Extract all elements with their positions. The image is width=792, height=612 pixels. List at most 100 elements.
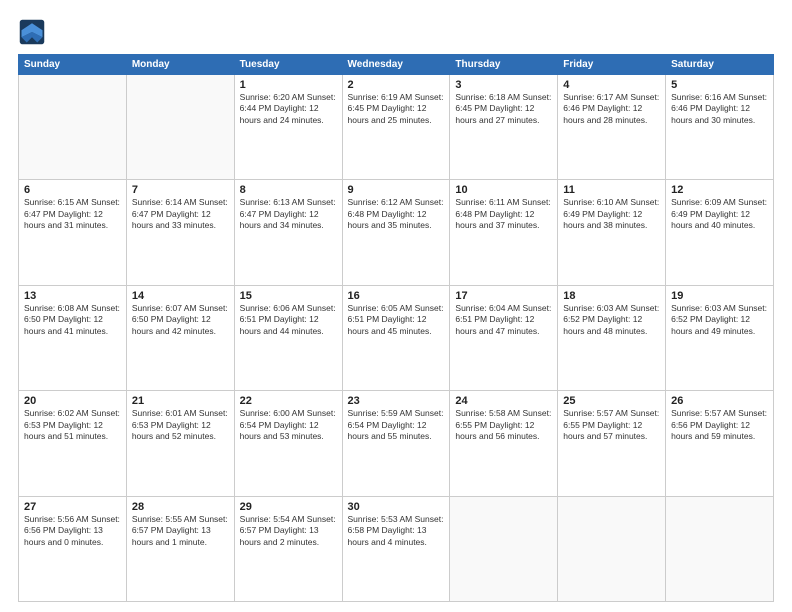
day-info: Sunrise: 5:56 AM Sunset: 6:56 PM Dayligh… bbox=[24, 514, 121, 548]
day-number: 26 bbox=[671, 395, 768, 407]
calendar-cell: 22Sunrise: 6:00 AM Sunset: 6:54 PM Dayli… bbox=[234, 391, 342, 496]
day-info: Sunrise: 6:13 AM Sunset: 6:47 PM Dayligh… bbox=[240, 197, 337, 231]
calendar-cell: 1Sunrise: 6:20 AM Sunset: 6:44 PM Daylig… bbox=[234, 75, 342, 180]
day-info: Sunrise: 6:14 AM Sunset: 6:47 PM Dayligh… bbox=[132, 197, 229, 231]
day-info: Sunrise: 5:57 AM Sunset: 6:55 PM Dayligh… bbox=[563, 408, 660, 442]
day-number: 5 bbox=[671, 79, 768, 91]
calendar-cell: 5Sunrise: 6:16 AM Sunset: 6:46 PM Daylig… bbox=[666, 75, 774, 180]
week-row-4: 20Sunrise: 6:02 AM Sunset: 6:53 PM Dayli… bbox=[19, 391, 774, 496]
day-number: 10 bbox=[455, 184, 552, 196]
day-number: 28 bbox=[132, 501, 229, 513]
day-number: 2 bbox=[348, 79, 445, 91]
day-info: Sunrise: 6:01 AM Sunset: 6:53 PM Dayligh… bbox=[132, 408, 229, 442]
day-number: 30 bbox=[348, 501, 445, 513]
day-info: Sunrise: 6:04 AM Sunset: 6:51 PM Dayligh… bbox=[455, 303, 552, 337]
weekday-header-saturday: Saturday bbox=[666, 55, 774, 75]
day-number: 18 bbox=[563, 290, 660, 302]
day-info: Sunrise: 6:10 AM Sunset: 6:49 PM Dayligh… bbox=[563, 197, 660, 231]
day-number: 17 bbox=[455, 290, 552, 302]
day-number: 8 bbox=[240, 184, 337, 196]
day-number: 20 bbox=[24, 395, 121, 407]
day-number: 12 bbox=[671, 184, 768, 196]
calendar-cell: 17Sunrise: 6:04 AM Sunset: 6:51 PM Dayli… bbox=[450, 285, 558, 390]
week-row-5: 27Sunrise: 5:56 AM Sunset: 6:56 PM Dayli… bbox=[19, 496, 774, 601]
calendar-cell: 24Sunrise: 5:58 AM Sunset: 6:55 PM Dayli… bbox=[450, 391, 558, 496]
calendar-cell bbox=[450, 496, 558, 601]
day-info: Sunrise: 6:07 AM Sunset: 6:50 PM Dayligh… bbox=[132, 303, 229, 337]
day-info: Sunrise: 6:18 AM Sunset: 6:45 PM Dayligh… bbox=[455, 92, 552, 126]
calendar-cell: 14Sunrise: 6:07 AM Sunset: 6:50 PM Dayli… bbox=[126, 285, 234, 390]
weekday-header-wednesday: Wednesday bbox=[342, 55, 450, 75]
day-info: Sunrise: 6:11 AM Sunset: 6:48 PM Dayligh… bbox=[455, 197, 552, 231]
weekday-header-sunday: Sunday bbox=[19, 55, 127, 75]
day-info: Sunrise: 6:03 AM Sunset: 6:52 PM Dayligh… bbox=[671, 303, 768, 337]
calendar-cell: 8Sunrise: 6:13 AM Sunset: 6:47 PM Daylig… bbox=[234, 180, 342, 285]
day-number: 7 bbox=[132, 184, 229, 196]
day-info: Sunrise: 6:03 AM Sunset: 6:52 PM Dayligh… bbox=[563, 303, 660, 337]
day-number: 23 bbox=[348, 395, 445, 407]
calendar-cell: 16Sunrise: 6:05 AM Sunset: 6:51 PM Dayli… bbox=[342, 285, 450, 390]
calendar-cell: 13Sunrise: 6:08 AM Sunset: 6:50 PM Dayli… bbox=[19, 285, 127, 390]
calendar-cell: 11Sunrise: 6:10 AM Sunset: 6:49 PM Dayli… bbox=[558, 180, 666, 285]
week-row-3: 13Sunrise: 6:08 AM Sunset: 6:50 PM Dayli… bbox=[19, 285, 774, 390]
day-info: Sunrise: 6:12 AM Sunset: 6:48 PM Dayligh… bbox=[348, 197, 445, 231]
day-number: 9 bbox=[348, 184, 445, 196]
header bbox=[18, 18, 774, 46]
day-info: Sunrise: 5:59 AM Sunset: 6:54 PM Dayligh… bbox=[348, 408, 445, 442]
day-info: Sunrise: 5:57 AM Sunset: 6:56 PM Dayligh… bbox=[671, 408, 768, 442]
day-info: Sunrise: 6:05 AM Sunset: 6:51 PM Dayligh… bbox=[348, 303, 445, 337]
day-info: Sunrise: 6:09 AM Sunset: 6:49 PM Dayligh… bbox=[671, 197, 768, 231]
day-number: 1 bbox=[240, 79, 337, 91]
calendar-cell: 19Sunrise: 6:03 AM Sunset: 6:52 PM Dayli… bbox=[666, 285, 774, 390]
calendar-cell: 18Sunrise: 6:03 AM Sunset: 6:52 PM Dayli… bbox=[558, 285, 666, 390]
day-number: 15 bbox=[240, 290, 337, 302]
logo bbox=[18, 18, 50, 46]
day-number: 19 bbox=[671, 290, 768, 302]
calendar-cell: 3Sunrise: 6:18 AM Sunset: 6:45 PM Daylig… bbox=[450, 75, 558, 180]
calendar-cell bbox=[126, 75, 234, 180]
day-info: Sunrise: 6:19 AM Sunset: 6:45 PM Dayligh… bbox=[348, 92, 445, 126]
day-number: 13 bbox=[24, 290, 121, 302]
calendar-cell: 10Sunrise: 6:11 AM Sunset: 6:48 PM Dayli… bbox=[450, 180, 558, 285]
day-info: Sunrise: 6:00 AM Sunset: 6:54 PM Dayligh… bbox=[240, 408, 337, 442]
weekday-header-thursday: Thursday bbox=[450, 55, 558, 75]
day-info: Sunrise: 5:55 AM Sunset: 6:57 PM Dayligh… bbox=[132, 514, 229, 548]
calendar-cell: 7Sunrise: 6:14 AM Sunset: 6:47 PM Daylig… bbox=[126, 180, 234, 285]
calendar-cell: 23Sunrise: 5:59 AM Sunset: 6:54 PM Dayli… bbox=[342, 391, 450, 496]
calendar-cell: 6Sunrise: 6:15 AM Sunset: 6:47 PM Daylig… bbox=[19, 180, 127, 285]
day-info: Sunrise: 6:06 AM Sunset: 6:51 PM Dayligh… bbox=[240, 303, 337, 337]
calendar-cell: 26Sunrise: 5:57 AM Sunset: 6:56 PM Dayli… bbox=[666, 391, 774, 496]
week-row-1: 1Sunrise: 6:20 AM Sunset: 6:44 PM Daylig… bbox=[19, 75, 774, 180]
day-info: Sunrise: 5:53 AM Sunset: 6:58 PM Dayligh… bbox=[348, 514, 445, 548]
day-number: 29 bbox=[240, 501, 337, 513]
weekday-header-friday: Friday bbox=[558, 55, 666, 75]
day-number: 27 bbox=[24, 501, 121, 513]
day-number: 14 bbox=[132, 290, 229, 302]
weekday-header-row: SundayMondayTuesdayWednesdayThursdayFrid… bbox=[19, 55, 774, 75]
day-number: 16 bbox=[348, 290, 445, 302]
day-info: Sunrise: 6:16 AM Sunset: 6:46 PM Dayligh… bbox=[671, 92, 768, 126]
day-info: Sunrise: 6:20 AM Sunset: 6:44 PM Dayligh… bbox=[240, 92, 337, 126]
day-number: 24 bbox=[455, 395, 552, 407]
day-info: Sunrise: 6:08 AM Sunset: 6:50 PM Dayligh… bbox=[24, 303, 121, 337]
day-number: 6 bbox=[24, 184, 121, 196]
day-number: 11 bbox=[563, 184, 660, 196]
calendar-cell: 15Sunrise: 6:06 AM Sunset: 6:51 PM Dayli… bbox=[234, 285, 342, 390]
week-row-2: 6Sunrise: 6:15 AM Sunset: 6:47 PM Daylig… bbox=[19, 180, 774, 285]
calendar-cell: 25Sunrise: 5:57 AM Sunset: 6:55 PM Dayli… bbox=[558, 391, 666, 496]
calendar-cell: 2Sunrise: 6:19 AM Sunset: 6:45 PM Daylig… bbox=[342, 75, 450, 180]
day-number: 25 bbox=[563, 395, 660, 407]
calendar-cell bbox=[19, 75, 127, 180]
day-info: Sunrise: 5:54 AM Sunset: 6:57 PM Dayligh… bbox=[240, 514, 337, 548]
day-number: 22 bbox=[240, 395, 337, 407]
weekday-header-tuesday: Tuesday bbox=[234, 55, 342, 75]
day-number: 4 bbox=[563, 79, 660, 91]
day-info: Sunrise: 6:17 AM Sunset: 6:46 PM Dayligh… bbox=[563, 92, 660, 126]
calendar-cell: 29Sunrise: 5:54 AM Sunset: 6:57 PM Dayli… bbox=[234, 496, 342, 601]
calendar-body: 1Sunrise: 6:20 AM Sunset: 6:44 PM Daylig… bbox=[19, 75, 774, 602]
calendar-cell bbox=[666, 496, 774, 601]
calendar-table: SundayMondayTuesdayWednesdayThursdayFrid… bbox=[18, 54, 774, 602]
day-number: 3 bbox=[455, 79, 552, 91]
calendar-cell: 30Sunrise: 5:53 AM Sunset: 6:58 PM Dayli… bbox=[342, 496, 450, 601]
logo-icon bbox=[18, 18, 46, 46]
